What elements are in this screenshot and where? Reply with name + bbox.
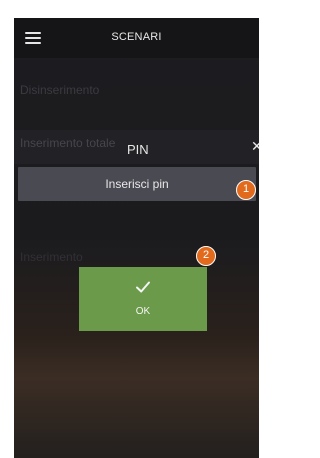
pin-input-placeholder: Inserisci pin (105, 177, 169, 191)
callout-badge-1: 1 (236, 180, 256, 200)
app-screen: SCENARI Disinserimento Inserimento total… (14, 18, 259, 458)
callout-badge-2: 2 (196, 246, 216, 266)
ok-button-label: OK (135, 306, 151, 317)
ok-button[interactable]: OK (79, 267, 207, 331)
checkmark-icon (136, 281, 150, 293)
scenario-item-inserimento: Inserimento (20, 250, 83, 264)
close-icon[interactable]: ✕ (251, 139, 259, 153)
scenario-item-disinserimento: Disinserimento (20, 83, 100, 97)
scenario-item-inserimento-totale: Inserimento totale (20, 136, 116, 150)
pin-input[interactable]: Inserisci pin (18, 167, 256, 201)
dialog-title: PIN (127, 142, 149, 157)
top-bar: SCENARI (14, 18, 259, 58)
page-title: SCENARI (111, 31, 162, 43)
